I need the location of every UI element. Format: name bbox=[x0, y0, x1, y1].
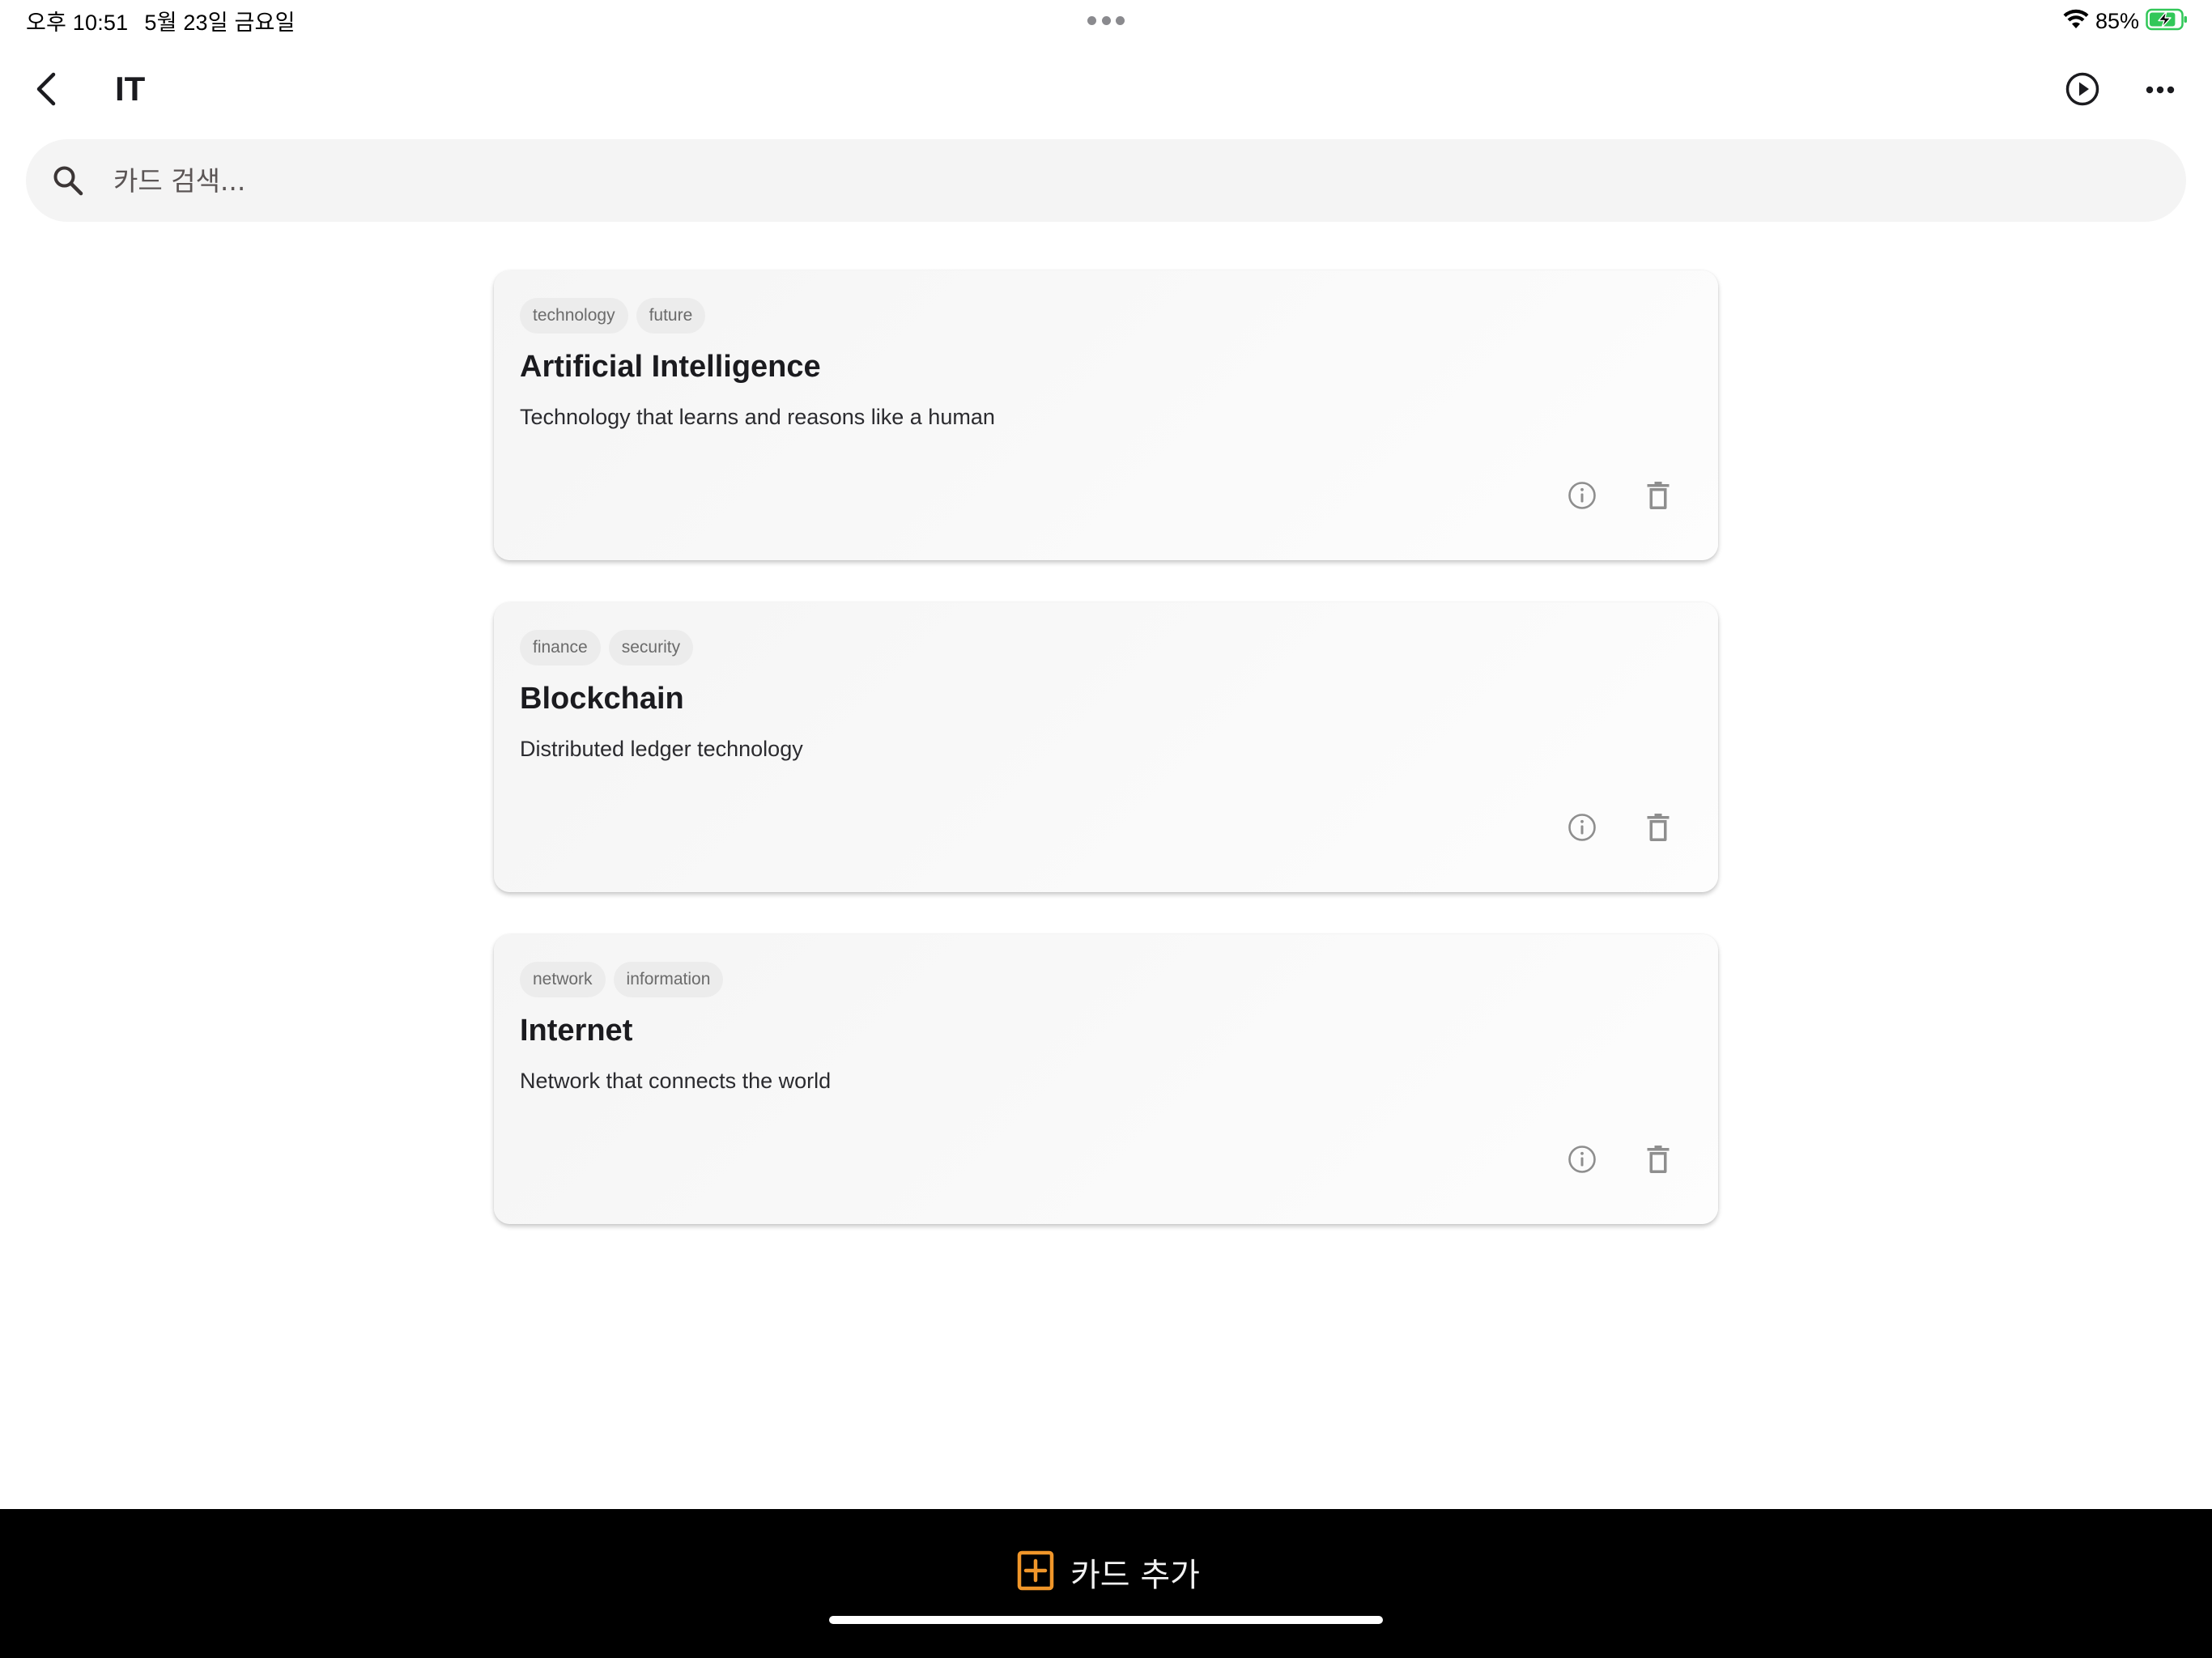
home-indicator[interactable] bbox=[829, 1616, 1383, 1624]
card-list: technology future Artificial Intelligenc… bbox=[494, 270, 1718, 1266]
play-circle-icon bbox=[2065, 71, 2100, 111]
back-button[interactable] bbox=[24, 68, 70, 113]
card-title: Internet bbox=[520, 1014, 633, 1048]
delete-icon bbox=[1646, 813, 1670, 846]
card[interactable]: technology future Artificial Intelligenc… bbox=[494, 270, 1718, 560]
card[interactable]: finance security Blockchain Distributed … bbox=[494, 602, 1718, 892]
search-icon bbox=[49, 161, 87, 200]
tag-chip[interactable]: technology bbox=[520, 298, 628, 334]
card-title: Blockchain bbox=[520, 682, 684, 716]
multitasking-dots-icon[interactable] bbox=[1087, 15, 1125, 26]
search-input[interactable] bbox=[112, 164, 2055, 198]
info-icon bbox=[1567, 1144, 1597, 1179]
card-info-button[interactable] bbox=[1556, 803, 1608, 855]
back-arrow-icon bbox=[32, 71, 62, 111]
status-indicators: 85% bbox=[2063, 6, 2188, 36]
delete-icon bbox=[1646, 1145, 1670, 1178]
status-bar: 오후 10:51 5월 23일 금요일 85% bbox=[0, 0, 2212, 44]
card-delete-button[interactable] bbox=[1632, 471, 1684, 523]
card-delete-button[interactable] bbox=[1632, 1135, 1684, 1187]
tag-chip[interactable]: finance bbox=[520, 630, 601, 665]
card-description: Technology that learns and reasons like … bbox=[520, 405, 995, 429]
app-bar: IT bbox=[0, 57, 2212, 123]
tag-chip[interactable]: security bbox=[608, 630, 694, 665]
card-description: Distributed ledger technology bbox=[520, 737, 803, 761]
tag-list: technology future bbox=[520, 298, 706, 334]
card-description: Network that connects the world bbox=[520, 1069, 832, 1093]
add-box-icon bbox=[1017, 1550, 1054, 1595]
tag-chip[interactable]: network bbox=[520, 962, 606, 997]
battery-percent: 85% bbox=[2095, 8, 2139, 33]
card-title: Artificial Intelligence bbox=[520, 350, 821, 384]
battery-charging-icon bbox=[2146, 8, 2188, 35]
add-card-label: 카드 추가 bbox=[1070, 1557, 1200, 1594]
card-info-button[interactable] bbox=[1556, 1135, 1608, 1187]
bottom-bar: 카드 추가 bbox=[0, 1509, 2212, 1658]
play-button[interactable] bbox=[2060, 68, 2105, 113]
status-date-text: 5월 23일 금요일 bbox=[144, 11, 296, 35]
page-title: IT bbox=[115, 70, 146, 108]
more-options-button[interactable] bbox=[2138, 68, 2183, 113]
info-icon bbox=[1567, 812, 1597, 847]
delete-icon bbox=[1646, 481, 1670, 514]
tag-chip[interactable]: future bbox=[636, 298, 706, 334]
card-delete-button[interactable] bbox=[1632, 803, 1684, 855]
tag-chip[interactable]: information bbox=[613, 962, 724, 997]
tag-list: finance security bbox=[520, 630, 694, 665]
card-info-button[interactable] bbox=[1556, 471, 1608, 523]
status-clock: 오후 10:51 5월 23일 금요일 bbox=[26, 5, 296, 36]
info-icon bbox=[1567, 480, 1597, 515]
tag-list: network information bbox=[520, 962, 724, 997]
search-bar[interactable] bbox=[26, 139, 2186, 222]
status-time-text: 오후 10:51 bbox=[26, 11, 129, 35]
more-horizontal-icon bbox=[2146, 83, 2175, 98]
card[interactable]: network information Internet Network tha… bbox=[494, 934, 1718, 1224]
wifi-icon bbox=[2063, 9, 2089, 34]
add-card-button[interactable]: 카드 추가 bbox=[1017, 1543, 1200, 1601]
